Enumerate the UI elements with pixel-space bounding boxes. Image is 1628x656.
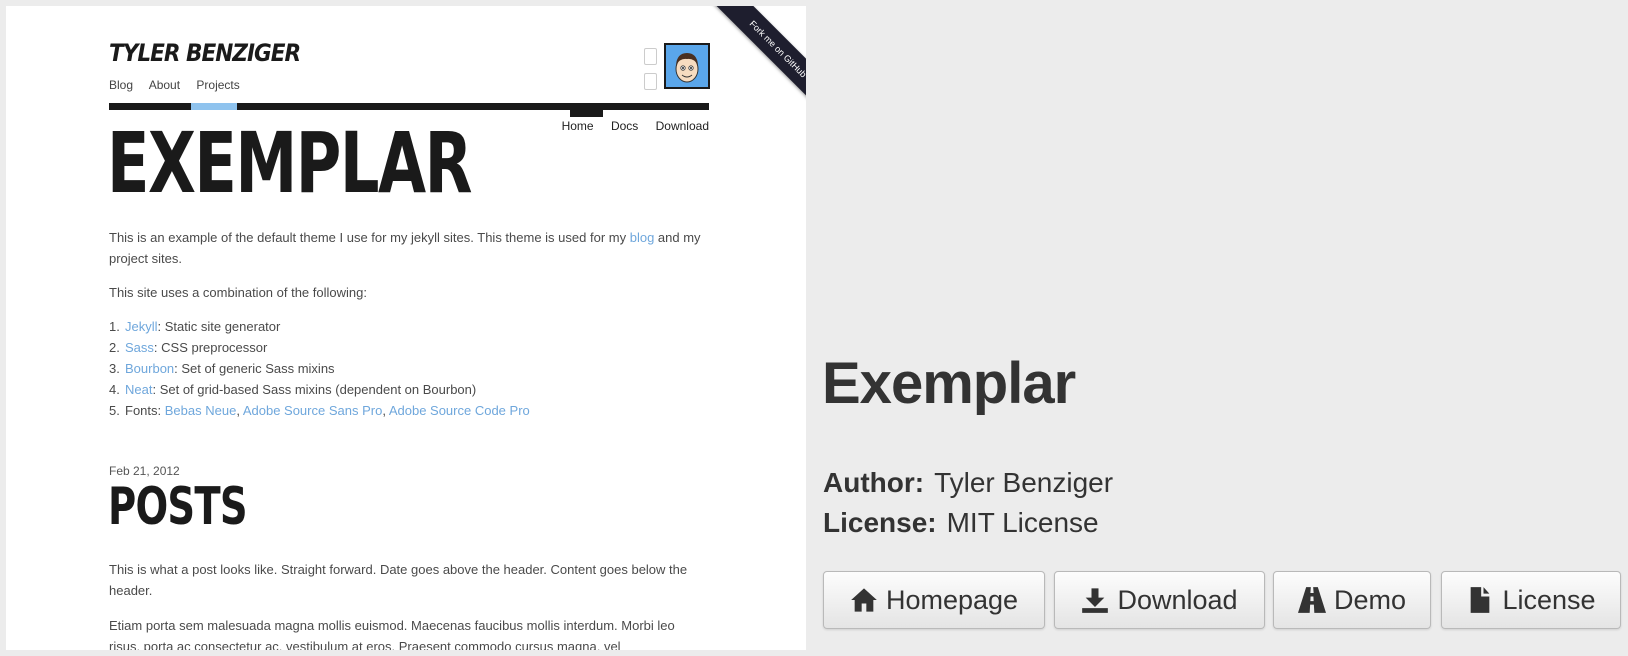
download-icon (1082, 588, 1109, 613)
license-line: License: MIT License (823, 509, 1099, 537)
nav-bar-highlight (191, 103, 237, 110)
download-button[interactable]: Download (1054, 571, 1265, 629)
author-line: Author: Tyler Benziger (823, 469, 1113, 497)
github-ribbon-label: Fork me on GitHub (708, 6, 806, 116)
top-nav: Blog About Projects (109, 78, 253, 92)
social-icon (644, 73, 657, 90)
intro-paragraph: This is an example of the default theme … (109, 227, 709, 269)
project-title: EXEMPLAR (107, 114, 472, 212)
source-code-link: Adobe Source Code Pro (388, 403, 530, 418)
license-value: MIT License (946, 507, 1099, 538)
combo-paragraph: This site uses a combination of the foll… (109, 285, 367, 300)
download-label: Download (1117, 584, 1238, 615)
nav-home: Home (561, 119, 594, 133)
source-sans-link: Adobe Source Sans Pro (242, 403, 383, 418)
bourbon-link: Bourbon (125, 361, 175, 376)
license-button-label: License (1502, 584, 1596, 615)
nav-projects: Projects (196, 78, 240, 92)
homepage-label: Homepage (885, 584, 1019, 615)
theme-screenshot: TYLER BENZIGER Blog About Projects Home … (6, 6, 806, 650)
demo-label: Demo (1333, 584, 1407, 615)
sass-link: Sass (125, 340, 154, 355)
nav-download: Download (655, 119, 709, 133)
nav-blog: Blog (109, 78, 134, 92)
bebas-link: Bebas Neue (164, 403, 237, 418)
home-icon (851, 588, 877, 612)
github-ribbon: Fork me on GitHub (696, 6, 806, 116)
post-paragraph: Etiam porta sem malesuada magna mollis e… (109, 618, 675, 650)
posts-heading: POSTS (108, 477, 248, 537)
project-nav: Home Docs Download (548, 119, 709, 133)
author-label: Author: (823, 467, 925, 498)
author-value: Tyler Benziger (934, 467, 1114, 498)
list-item: 4. Neat: Set of grid-based Sass mixins (d… (109, 382, 477, 397)
license-button[interactable]: License (1441, 571, 1621, 629)
demo-button[interactable]: Demo (1273, 571, 1431, 629)
social-icon (644, 48, 657, 65)
road-icon (1297, 587, 1326, 613)
list-item: 2. Sass: CSS preprocessor (109, 340, 268, 355)
post-date: Feb 21, 2012 (109, 464, 180, 478)
post-paragraph: This is what a post looks like. Straight… (109, 562, 688, 598)
jekyll-link: Jekyll (125, 319, 158, 334)
nav-about: About (148, 78, 181, 92)
homepage-button[interactable]: Homepage (823, 571, 1045, 629)
list-item: 3. Bourbon: Set of generic Sass mixins (109, 361, 335, 376)
tools-list: 1. Jekyll: Static site generator 2. Sass: … (109, 316, 709, 421)
intro-text: This is an example of the default theme … (109, 230, 627, 245)
blog-link: blog (629, 230, 655, 245)
nav-bar-tab (570, 110, 603, 117)
license-label: License: (823, 507, 937, 538)
nav-docs: Docs (610, 119, 639, 133)
file-icon (1471, 587, 1490, 613)
list-item: 1. Jekyll: Static site generator (109, 319, 281, 334)
site-name: TYLER BENZIGER (109, 39, 301, 67)
neat-link: Neat (125, 382, 153, 397)
theme-title: Exemplar (822, 351, 1076, 416)
list-item: 5. Fonts: Bebas Neue, Adobe Source Sans P… (109, 403, 530, 418)
